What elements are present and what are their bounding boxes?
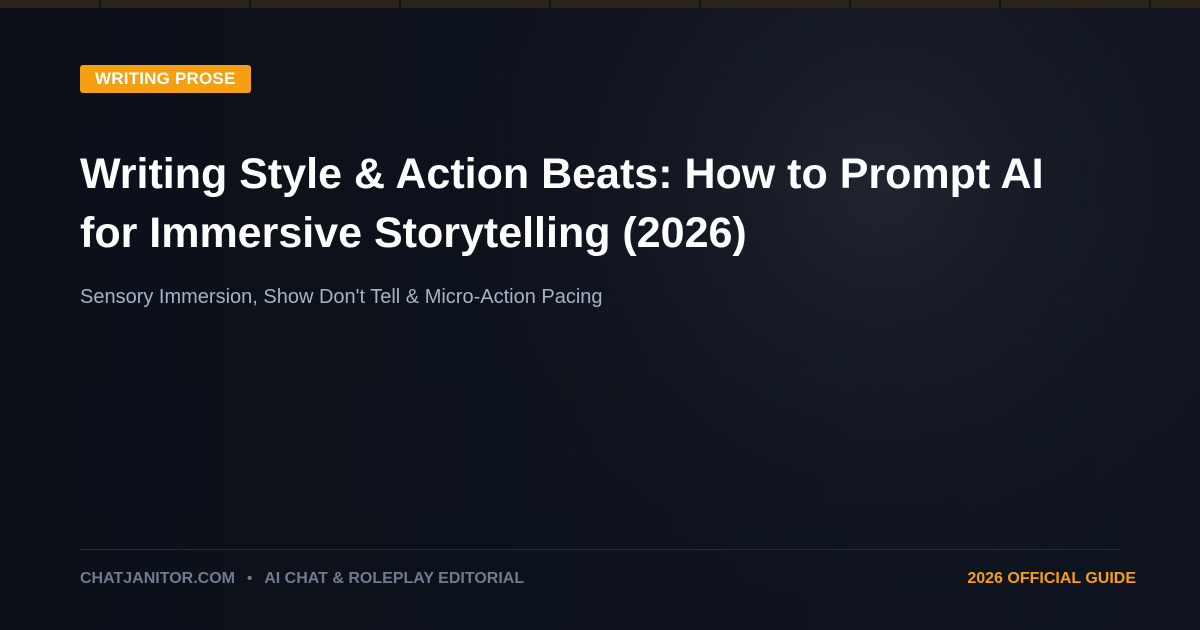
- separator-dot: •: [246, 570, 253, 587]
- article-title-line-1: Writing Style & Action Beats: How to Pro…: [80, 150, 1044, 198]
- footer-divider: [80, 549, 1121, 550]
- category-badge: WRITING PROSE: [80, 65, 251, 93]
- site-name: CHATJANITOR.COM: [80, 570, 235, 587]
- footer-left: CHATJANITOR.COM • AI CHAT & ROLEPLAY EDI…: [80, 569, 524, 589]
- editorial-section: AI CHAT & ROLEPLAY EDITORIAL: [264, 570, 525, 587]
- official-guide-label: 2026 OFFICIAL GUIDE: [967, 570, 1136, 587]
- top-image-strip: [0, 0, 1200, 8]
- share-card: WRITING PROSE Writing Style & Action Bea…: [0, 0, 1200, 630]
- article-subtitle: Sensory Immersion, Show Don't Tell & Mic…: [80, 286, 603, 308]
- article-title: Writing Style & Action Beats: How to Pro…: [80, 145, 1120, 263]
- article-title-line-2: for Immersive Storytelling (2026): [80, 209, 747, 257]
